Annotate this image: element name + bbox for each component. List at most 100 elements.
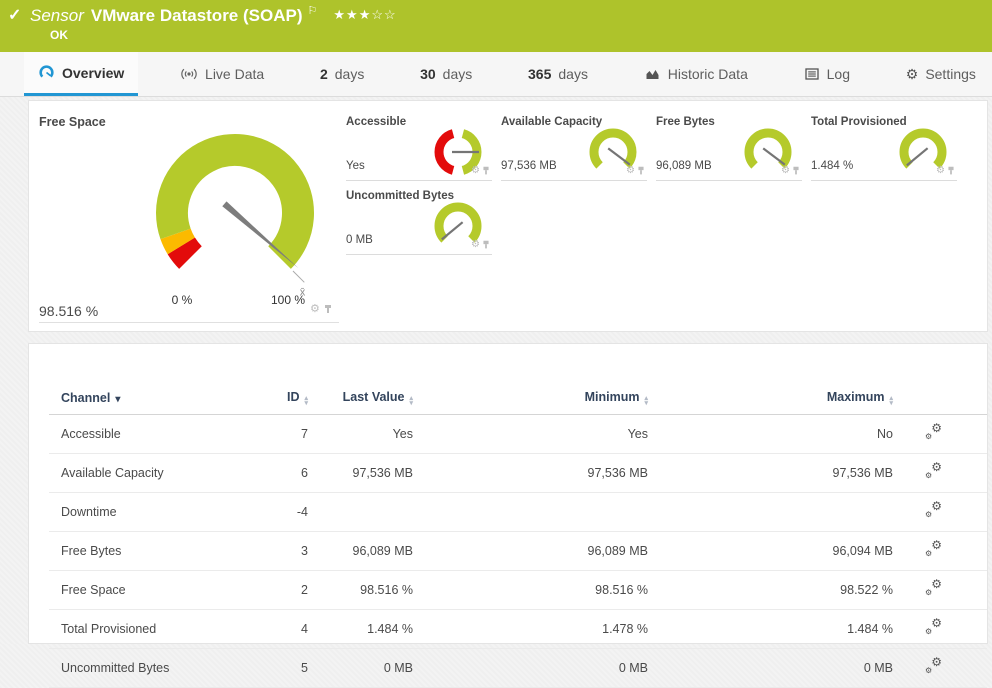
priority-flag-icon[interactable]: ⚐ (308, 5, 318, 17)
maximum-cell: 1.484 % (648, 610, 893, 649)
channel-id-cell: 4 (261, 610, 308, 649)
table-row[interactable]: Total Provisioned 4 1.484 % 1.478 % 1.48… (49, 610, 987, 649)
tab-number: 365 (528, 66, 551, 82)
last-value-cell: 98.516 % (308, 571, 413, 610)
column-header-last-value[interactable]: Last Value▴▾ (308, 382, 413, 415)
channels-panel: Channel▾ ID▴▾ Last Value▴▾ Minimum▴▾ Max… (28, 343, 988, 644)
sort-caret-down-icon: ▾ (115, 394, 120, 405)
tab-overview[interactable]: Overview (24, 52, 138, 96)
maximum-cell: 0 MB (648, 649, 893, 688)
minimum-cell (413, 493, 648, 532)
channel-name-cell[interactable]: Available Capacity (49, 454, 261, 493)
table-row[interactable]: Uncommitted Bytes 5 0 MB 0 MB 0 MB ⚙⚙ (49, 649, 987, 688)
last-value-cell (308, 493, 413, 532)
sensor-title-line: SensorVMware Datastore (SOAP)⚐★★★☆☆ (30, 4, 397, 26)
channel-name-cell[interactable]: Downtime (49, 493, 261, 532)
last-value-cell: 97,536 MB (308, 454, 413, 493)
column-header-minimum[interactable]: Minimum▴▾ (413, 382, 648, 415)
pin-icon[interactable] (483, 167, 490, 176)
tab-label: Log (827, 66, 850, 82)
channel-name-cell[interactable]: Uncommitted Bytes (49, 649, 261, 688)
gear-icon[interactable]: ⚙ (936, 166, 945, 176)
main-gauge-min-label: 0 % (152, 293, 212, 307)
table-row[interactable]: Free Space 2 98.516 % 98.516 % 98.522 % … (49, 571, 987, 610)
mini-gauge-panel[interactable]: Uncommitted Bytes 0 MB ⚙ (346, 189, 492, 255)
tab-label: days (558, 66, 588, 82)
main-gauge-max-label: 100 % (258, 293, 318, 307)
channel-name-cell[interactable]: Free Space (49, 571, 261, 610)
gear-icon[interactable]: ⚙ (781, 166, 790, 176)
sort-both-icon: ▴▾ (409, 397, 413, 406)
channel-id-cell: 3 (261, 532, 308, 571)
tab-settings[interactable]: ⚙ Settings (892, 52, 990, 96)
channel-settings-icon[interactable]: ⚙⚙ (925, 620, 942, 635)
gauges-panel: Free Space x̄ 0 % 100 % 98.516 % ⚙ Acces… (28, 100, 988, 332)
channel-settings-icon[interactable]: ⚙⚙ (925, 581, 942, 596)
minimum-cell: 98.516 % (413, 571, 648, 610)
channel-settings-icon[interactable]: ⚙⚙ (925, 542, 942, 557)
tab-365-days[interactable]: 365 days (514, 52, 602, 96)
table-row[interactable]: Accessible 7 Yes Yes No ⚙⚙ (49, 415, 987, 454)
channel-settings-icon[interactable]: ⚙⚙ (925, 425, 942, 440)
maximum-cell: 97,536 MB (648, 454, 893, 493)
minimum-cell: 0 MB (413, 649, 648, 688)
mini-gauge-panel[interactable]: Free Bytes 96,089 MB ⚙ (656, 115, 802, 181)
mini-gauge-panel[interactable]: Total Provisioned 1.484 % ⚙ (811, 115, 957, 181)
last-value-cell: Yes (308, 415, 413, 454)
gear-icon: ⚙ (906, 66, 919, 83)
gauge-value: 1.484 % (811, 160, 853, 172)
sort-both-icon: ▴▾ (304, 397, 308, 406)
channel-name-cell[interactable]: Free Bytes (49, 532, 261, 571)
table-row[interactable]: Available Capacity 6 97,536 MB 97,536 MB… (49, 454, 987, 493)
channel-name-cell[interactable]: Accessible (49, 415, 261, 454)
tab-bar: Overview Live Data 2 days 30 days 365 da… (0, 52, 992, 97)
gear-icon[interactable]: ⚙ (471, 240, 480, 250)
log-list-icon (804, 66, 820, 82)
tab-live-data[interactable]: Live Data (166, 52, 278, 96)
tab-label: Settings (925, 66, 976, 82)
channels-table: Channel▾ ID▴▾ Last Value▴▾ Minimum▴▾ Max… (49, 382, 987, 688)
channel-name-cell[interactable]: Total Provisioned (49, 610, 261, 649)
table-row[interactable]: Downtime -4 ⚙⚙ (49, 493, 987, 532)
maximum-cell: No (648, 415, 893, 454)
pin-icon[interactable] (948, 167, 955, 176)
minimum-cell: 97,536 MB (413, 454, 648, 493)
tab-log[interactable]: Log (790, 52, 864, 96)
tab-30-days[interactable]: 30 days (406, 52, 486, 96)
pin-icon[interactable] (483, 241, 490, 250)
sort-both-icon: ▴▾ (889, 397, 893, 406)
channel-settings-icon[interactable]: ⚙⚙ (925, 659, 942, 674)
sort-both-icon: ▴▾ (644, 397, 648, 406)
gauge-actions: ⚙ (471, 166, 490, 176)
gear-icon[interactable]: ⚙ (471, 166, 480, 176)
channel-settings-icon[interactable]: ⚙⚙ (925, 503, 942, 518)
tab-2-days[interactable]: 2 days (306, 52, 378, 96)
mini-gauge-panel[interactable]: Available Capacity 97,536 MB ⚙ (501, 115, 647, 181)
gear-icon[interactable]: ⚙ (310, 304, 320, 315)
gauge-actions: ⚙ (936, 166, 955, 176)
column-header-maximum[interactable]: Maximum▴▾ (648, 382, 893, 415)
maximum-cell (648, 493, 893, 532)
last-value-cell: 0 MB (308, 649, 413, 688)
table-row[interactable]: Free Bytes 3 96,089 MB 96,089 MB 96,094 … (49, 532, 987, 571)
tab-number: 30 (420, 66, 436, 82)
tab-label: Historic Data (668, 66, 748, 82)
pin-icon[interactable] (793, 167, 800, 176)
gauge-actions: ⚙ (626, 166, 645, 176)
mini-gauge-panel[interactable]: Accessible Yes ⚙ (346, 115, 492, 181)
priority-stars[interactable]: ★★★☆☆ (333, 7, 396, 22)
table-header-row: Channel▾ ID▴▾ Last Value▴▾ Minimum▴▾ Max… (49, 382, 987, 415)
gear-icon[interactable]: ⚙ (626, 166, 635, 176)
channel-id-cell: 5 (261, 649, 308, 688)
gauge-value: 96,089 MB (656, 160, 712, 172)
divider (39, 322, 339, 323)
column-header-id[interactable]: ID▴▾ (261, 382, 308, 415)
broadcast-icon (180, 66, 198, 82)
channel-settings-icon[interactable]: ⚙⚙ (925, 464, 942, 479)
tab-historic-data[interactable]: Historic Data (630, 52, 762, 96)
gauge-actions: ⚙ (781, 166, 800, 176)
pin-icon[interactable] (638, 167, 645, 176)
column-header-channel[interactable]: Channel▾ (49, 382, 261, 415)
pin-icon[interactable] (324, 305, 332, 315)
maximum-cell: 96,094 MB (648, 532, 893, 571)
